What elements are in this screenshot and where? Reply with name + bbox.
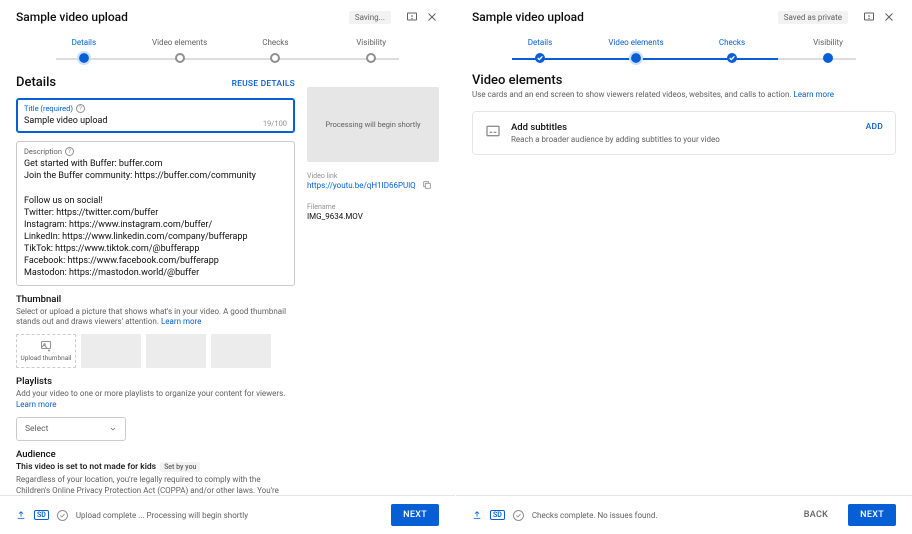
description-input[interactable]: Get started with Buffer: buffer.com Join… [24,158,287,279]
feedback-icon[interactable] [405,10,419,24]
title-input[interactable]: Sample video upload [24,115,287,127]
filename-label: Filename [307,203,439,211]
reuse-details-button[interactable]: REUSE DETAILS [232,79,295,89]
description-field-label: Description [24,147,62,156]
upload-icon [16,510,26,520]
video-link-label: Video link [307,172,439,180]
thumbnail-desc: Select or upload a picture that shows wh… [16,307,295,329]
title-counter: 19/100 [263,119,287,128]
audience-status: This video is set to not made for kids [16,462,156,472]
card-title: Add subtitles [511,122,856,133]
video-link[interactable]: https://youtu.be/qH1ID66PUlQ [307,181,416,190]
dialog-footer: SD Upload complete ... Processing will b… [0,495,455,534]
save-status-badge: Saved as private [778,11,848,24]
check-status-icon [513,510,524,521]
back-button[interactable]: BACK [792,504,840,526]
copy-icon[interactable] [422,180,432,193]
save-status-badge: Saving... [349,11,391,24]
thumbnail-placeholder[interactable] [81,334,141,368]
stepper-line [56,58,399,60]
check-status-icon [57,510,68,521]
stepper: Details Video elements Checks Visibility [0,32,455,73]
image-add-icon [40,340,52,352]
dialog-header: Sample video upload Saving... [0,0,455,32]
section-title: Video elements [472,73,896,88]
close-icon[interactable] [882,10,896,24]
ve-learn-more[interactable]: Learn more [793,90,833,99]
chevron-down-icon [109,425,117,433]
set-by-badge: Set by you [160,462,200,472]
section-title: Details [16,75,56,90]
upload-icon [472,510,482,520]
sd-badge: SD [490,510,505,520]
upload-thumbnail-button[interactable]: Upload thumbnail [16,334,76,368]
filename-value: IMG_9634.MOV [307,212,439,221]
help-icon[interactable]: ? [65,147,74,156]
next-button[interactable]: NEXT [391,504,439,526]
add-subtitles-button[interactable]: ADD [866,122,883,132]
help-icon[interactable]: ? [76,104,85,113]
sd-badge: SD [34,510,49,520]
thumbnail-learn-more[interactable]: Learn more [161,317,201,326]
add-subtitles-card: Add subtitles Reach a broader audience b… [472,111,896,155]
dialog-title: Sample video upload [16,10,349,24]
audience-title: Audience [16,449,295,460]
section-desc: Use cards and an end screen to show view… [472,90,896,101]
dialog-title: Sample video upload [472,10,778,24]
playlists-learn-more[interactable]: Learn more [16,400,56,409]
next-button[interactable]: NEXT [848,504,896,526]
thumbnail-placeholder[interactable] [211,334,271,368]
upload-dialog-video-elements: Sample video upload Saved as private Det… [456,0,912,534]
playlists-title: Playlists [16,376,295,387]
thumbnail-placeholder[interactable] [146,334,206,368]
playlists-select[interactable]: Select [16,417,126,441]
upload-dialog-details: Sample video upload Saving... Details Vi… [0,0,456,534]
title-field[interactable]: Title (required) ? Sample video upload 1… [16,98,295,133]
title-field-label: Title (required) [24,104,73,113]
thumbnail-title: Thumbnail [16,294,295,305]
playlists-desc: Add your video to one or more playlists … [16,389,295,411]
description-field[interactable]: Description ? Get started with Buffer: b… [16,141,295,285]
upload-status-text: Upload complete ... Processing will begi… [76,511,383,520]
video-preview: Processing will begin shortly [307,87,439,162]
close-icon[interactable] [425,10,439,24]
dialog-footer: SD Checks complete. No issues found. BAC… [456,495,912,534]
subtitles-icon [485,123,501,139]
dialog-header: Sample video upload Saved as private [456,0,912,32]
stepper: Details Video elements Checks Visibility [456,32,912,73]
card-desc: Reach a broader audience by adding subti… [511,135,856,144]
feedback-icon[interactable] [862,10,876,24]
checks-status-text: Checks complete. No issues found. [532,511,784,520]
